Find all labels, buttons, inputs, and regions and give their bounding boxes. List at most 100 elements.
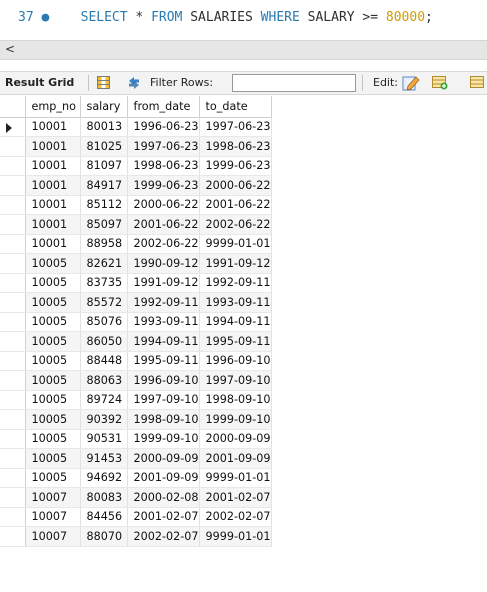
column-header-emp-no[interactable]: emp_no — [25, 96, 81, 118]
row-marker[interactable] — [0, 526, 26, 547]
cell-emp-no[interactable]: 10001 — [25, 156, 81, 176]
cell-salary[interactable]: 85572 — [80, 292, 128, 313]
cell-emp-no[interactable]: 10007 — [25, 487, 81, 508]
cell-emp-no[interactable]: 10001 — [25, 234, 81, 254]
cell-salary[interactable]: 94692 — [80, 468, 128, 488]
table-row[interactable]: 10001 81097 1998-06-23 1999-06-23 — [0, 156, 272, 176]
cell-to-date[interactable]: 9999-01-01 — [199, 468, 272, 488]
cell-emp-no[interactable]: 10005 — [25, 390, 81, 410]
row-marker[interactable] — [0, 117, 26, 137]
cell-salary[interactable]: 91453 — [80, 448, 128, 469]
cell-salary[interactable]: 89724 — [80, 390, 128, 410]
horizontal-scrollbar[interactable]: < — [0, 40, 487, 60]
cell-emp-no[interactable]: 10005 — [25, 292, 81, 313]
column-header-to-date[interactable]: to_date — [199, 96, 272, 118]
cell-to-date[interactable]: 1994-09-11 — [199, 312, 272, 332]
cell-from-date[interactable]: 2001-02-07 — [127, 507, 200, 527]
table-row[interactable]: 10001 85097 2001-06-22 2002-06-22 — [0, 214, 272, 235]
cell-emp-no[interactable]: 10005 — [25, 409, 81, 430]
table-row[interactable]: 10007 88070 2002-02-07 9999-01-01 — [0, 526, 272, 547]
cell-salary[interactable]: 80013 — [80, 117, 128, 137]
row-marker[interactable] — [0, 253, 26, 274]
cell-salary[interactable]: 85112 — [80, 195, 128, 215]
cell-salary[interactable]: 82621 — [80, 253, 128, 274]
filter-rows-input[interactable] — [232, 74, 356, 92]
cell-salary[interactable]: 88070 — [80, 526, 128, 547]
cell-from-date[interactable]: 1999-06-23 — [127, 175, 200, 196]
cell-from-date[interactable]: 1996-09-10 — [127, 370, 200, 391]
table-row[interactable]: 10005 94692 2001-09-09 9999-01-01 — [0, 468, 272, 488]
cell-emp-no[interactable]: 10005 — [25, 468, 81, 488]
edit-pencil-icon[interactable] — [402, 75, 420, 91]
row-marker[interactable] — [0, 487, 26, 508]
cell-to-date[interactable]: 1997-09-10 — [199, 370, 272, 391]
row-marker[interactable] — [0, 409, 26, 430]
cell-salary[interactable]: 81025 — [80, 136, 128, 157]
cell-from-date[interactable]: 2000-02-08 — [127, 487, 200, 508]
cell-salary[interactable]: 84456 — [80, 507, 128, 527]
row-marker[interactable] — [0, 370, 26, 391]
table-row[interactable]: 10005 86050 1994-09-11 1995-09-11 — [0, 331, 272, 352]
cell-to-date[interactable]: 2001-02-07 — [199, 487, 272, 508]
row-marker[interactable] — [0, 273, 26, 293]
cell-from-date[interactable]: 2000-09-09 — [127, 448, 200, 469]
row-marker[interactable] — [0, 292, 26, 313]
cell-to-date[interactable]: 1991-09-12 — [199, 253, 272, 274]
cell-to-date[interactable]: 9999-01-01 — [199, 234, 272, 254]
cell-emp-no[interactable]: 10005 — [25, 331, 81, 352]
cell-emp-no[interactable]: 10001 — [25, 214, 81, 235]
cell-from-date[interactable]: 1996-06-23 — [127, 117, 200, 137]
table-row[interactable]: 10001 84917 1999-06-23 2000-06-22 — [0, 175, 272, 196]
cell-salary[interactable]: 85076 — [80, 312, 128, 332]
cell-salary[interactable]: 83735 — [80, 273, 128, 293]
cell-to-date[interactable]: 1998-06-23 — [199, 136, 272, 157]
row-marker[interactable] — [0, 351, 26, 371]
row-marker[interactable] — [0, 429, 26, 449]
row-marker[interactable] — [0, 312, 26, 332]
table-row[interactable]: 10007 80083 2000-02-08 2001-02-07 — [0, 487, 272, 508]
cell-salary[interactable]: 85097 — [80, 214, 128, 235]
add-row-icon[interactable] — [432, 76, 448, 90]
delete-row-icon[interactable] — [470, 76, 486, 90]
cell-to-date[interactable]: 1997-06-23 — [199, 117, 272, 137]
cell-from-date[interactable]: 1993-09-11 — [127, 312, 200, 332]
table-row[interactable]: 10001 88958 2002-06-22 9999-01-01 — [0, 234, 272, 254]
cell-emp-no[interactable]: 10001 — [25, 175, 81, 196]
cell-emp-no[interactable]: 10001 — [25, 117, 81, 137]
table-row[interactable]: 10005 91453 2000-09-09 2001-09-09 — [0, 448, 272, 469]
cell-to-date[interactable]: 2001-09-09 — [199, 448, 272, 469]
table-row[interactable]: 10001 80013 1996-06-23 1997-06-23 — [0, 117, 272, 137]
cell-salary[interactable]: 88958 — [80, 234, 128, 254]
cell-to-date[interactable]: 1999-09-10 — [199, 409, 272, 430]
table-row[interactable]: 10005 82621 1990-09-12 1991-09-12 — [0, 253, 272, 274]
cell-from-date[interactable]: 1992-09-11 — [127, 292, 200, 313]
row-marker[interactable] — [0, 390, 26, 410]
cell-emp-no[interactable]: 10007 — [25, 526, 81, 547]
grid-layout-icon[interactable] — [97, 76, 110, 89]
cell-emp-no[interactable]: 10005 — [25, 370, 81, 391]
row-marker[interactable] — [0, 331, 26, 352]
row-marker[interactable] — [0, 136, 26, 157]
cell-to-date[interactable]: 2002-02-07 — [199, 507, 272, 527]
cell-from-date[interactable]: 1998-09-10 — [127, 409, 200, 430]
cell-from-date[interactable]: 1991-09-12 — [127, 273, 200, 293]
cell-to-date[interactable]: 2000-06-22 — [199, 175, 272, 196]
cell-to-date[interactable]: 1995-09-11 — [199, 331, 272, 352]
row-marker[interactable] — [0, 448, 26, 469]
cell-to-date[interactable]: 2001-06-22 — [199, 195, 272, 215]
table-row[interactable]: 10001 85112 2000-06-22 2001-06-22 — [0, 195, 272, 215]
cell-salary[interactable]: 84917 — [80, 175, 128, 196]
row-marker[interactable] — [0, 175, 26, 196]
cell-emp-no[interactable]: 10001 — [25, 136, 81, 157]
table-row[interactable]: 10005 85076 1993-09-11 1994-09-11 — [0, 312, 272, 332]
table-row[interactable]: 10005 90392 1998-09-10 1999-09-10 — [0, 409, 272, 430]
result-grid-tab[interactable]: Result Grid — [5, 76, 74, 89]
cell-from-date[interactable]: 1998-06-23 — [127, 156, 200, 176]
row-marker[interactable] — [0, 156, 26, 176]
table-row[interactable]: 10005 90531 1999-09-10 2000-09-09 — [0, 429, 272, 449]
cell-emp-no[interactable]: 10005 — [25, 351, 81, 371]
row-marker[interactable] — [0, 214, 26, 235]
cell-emp-no[interactable]: 10005 — [25, 253, 81, 274]
cell-salary[interactable]: 88063 — [80, 370, 128, 391]
cell-emp-no[interactable]: 10007 — [25, 507, 81, 527]
